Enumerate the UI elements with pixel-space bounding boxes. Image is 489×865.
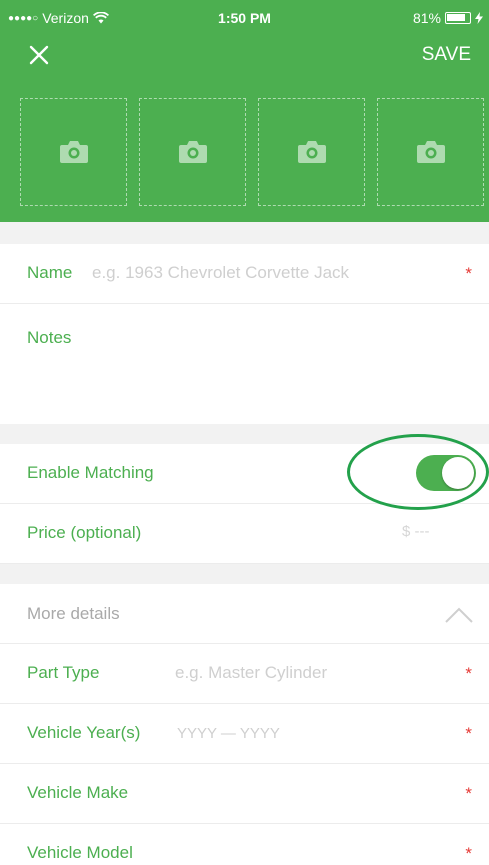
enable-matching-label: Enable Matching xyxy=(27,463,154,482)
more-details-label: More details xyxy=(27,604,120,623)
part-type-input[interactable]: e.g. Master Cylinder xyxy=(175,663,327,683)
required-marker: * xyxy=(465,784,472,803)
required-marker: * xyxy=(465,724,472,743)
vehicle-model-label: Vehicle Model xyxy=(27,843,133,862)
close-button[interactable] xyxy=(24,38,54,72)
section-divider xyxy=(0,564,489,584)
photo-slot-1[interactable] xyxy=(20,98,127,206)
chevron-up-icon[interactable] xyxy=(444,606,474,629)
required-marker: * xyxy=(465,264,472,283)
photo-slot-4[interactable] xyxy=(377,98,484,206)
photo-slot-3[interactable] xyxy=(258,98,365,206)
required-marker: * xyxy=(465,664,472,683)
vehicle-years-row[interactable]: Vehicle Year(s) YYYY — YYYY * xyxy=(0,704,489,764)
save-button[interactable]: SAVE xyxy=(422,44,471,66)
vehicle-model-row[interactable]: Vehicle Model * xyxy=(0,824,489,865)
camera-icon xyxy=(297,141,326,163)
vehicle-make-row[interactable]: Vehicle Make * xyxy=(0,764,489,824)
battery-icon xyxy=(445,12,471,24)
notes-label: Notes xyxy=(27,328,72,347)
price-label: Price (optional) xyxy=(27,523,142,542)
part-type-row[interactable]: Part Type e.g. Master Cylinder * xyxy=(0,644,489,704)
name-field-row[interactable]: Name e.g. 1963 Chevrolet Corvette Jack * xyxy=(0,244,489,304)
notes-field[interactable]: Notes xyxy=(0,306,489,424)
required-marker: * xyxy=(465,844,472,863)
section-divider xyxy=(0,222,489,244)
name-input[interactable]: e.g. 1963 Chevrolet Corvette Jack xyxy=(92,263,349,283)
photo-slot-2[interactable] xyxy=(139,98,246,206)
header: ●●●●○ Verizon 1:50 PM 81% SAVE xyxy=(0,0,489,222)
photo-slots xyxy=(20,98,489,206)
camera-icon xyxy=(59,141,88,163)
vehicle-years-input[interactable]: YYYY — YYYY xyxy=(177,725,280,742)
camera-icon xyxy=(178,141,207,163)
camera-icon xyxy=(416,141,445,163)
charging-icon xyxy=(475,12,483,24)
status-bar: ●●●●○ Verizon 1:50 PM 81% xyxy=(0,0,489,36)
vehicle-make-label: Vehicle Make xyxy=(27,783,129,802)
part-type-label: Part Type xyxy=(27,663,100,682)
vehicle-years-label: Vehicle Year(s) xyxy=(27,723,141,742)
battery-percent: 81% xyxy=(412,10,441,26)
highlight-annotation xyxy=(347,434,489,510)
name-label: Name xyxy=(27,263,73,282)
close-icon xyxy=(29,45,49,65)
status-right: 81% xyxy=(413,10,483,26)
price-value[interactable]: $ --- xyxy=(402,523,430,540)
